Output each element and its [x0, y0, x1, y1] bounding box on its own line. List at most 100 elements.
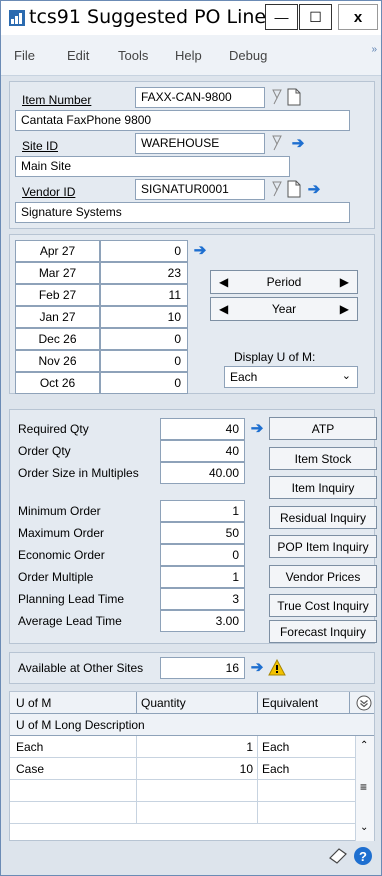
vendor-prices-button[interactable]: Vendor Prices — [269, 565, 377, 588]
lookup-icon[interactable] — [270, 180, 284, 198]
uofm-table-header: U of M Quantity Equivalent — [10, 692, 374, 714]
history-expand-arrow-icon[interactable]: ➔ — [192, 243, 208, 259]
menu-help[interactable]: Help — [175, 48, 202, 63]
maximize-button[interactable]: ☐ — [299, 4, 332, 30]
display-uofm-value: Each — [230, 370, 258, 384]
column-quantity-header[interactable]: Quantity — [137, 692, 258, 714]
residual-inquiry-button[interactable]: Residual Inquiry — [269, 506, 377, 529]
history-qty-cell[interactable]: 10 — [100, 306, 188, 328]
history-period-cell: Oct 26 — [15, 372, 100, 394]
vendor-expand-arrow-icon[interactable]: ➔ — [306, 182, 322, 198]
planning-lead-field[interactable]: 3 — [160, 588, 245, 610]
order-multiple-field[interactable]: 1 — [160, 566, 245, 588]
quantity-cell[interactable] — [137, 802, 258, 824]
uofm-cell[interactable] — [12, 802, 137, 824]
note-icon[interactable] — [286, 180, 302, 198]
vendor-id-label[interactable]: Vendor ID — [22, 185, 75, 199]
uofm-cell[interactable]: Each — [12, 736, 137, 758]
equivalent-cell[interactable]: Each — [258, 758, 355, 780]
minimize-button[interactable]: — — [265, 4, 298, 30]
maximum-order-field[interactable]: 50 — [160, 522, 245, 544]
previous-year-icon[interactable]: ◀ — [219, 302, 228, 316]
history-period-cell: Dec 26 — [15, 328, 100, 350]
pop-item-inquiry-button[interactable]: POP Item Inquiry — [269, 535, 377, 558]
equivalent-cell[interactable] — [258, 780, 355, 802]
menu-file[interactable]: File — [14, 48, 35, 63]
previous-period-icon[interactable]: ◀ — [219, 275, 228, 289]
minimum-order-label: Minimum Order — [18, 504, 101, 518]
quantity-cell[interactable] — [137, 780, 258, 802]
clear-note-icon[interactable] — [327, 846, 349, 866]
menu-bar: File Edit Tools Help Debug » — [1, 35, 381, 76]
column-equivalent-header[interactable]: Equivalent — [258, 692, 350, 714]
lookup-icon[interactable] — [270, 88, 284, 106]
uofm-table: U of M Quantity Equivalent U of M Long D… — [9, 691, 375, 841]
table-row[interactable] — [10, 780, 355, 802]
atp-button[interactable]: ATP — [269, 417, 377, 440]
expand-rows-icon[interactable] — [356, 695, 372, 711]
site-id-field[interactable]: WAREHOUSE — [135, 133, 265, 154]
history-qty-cell[interactable]: 0 — [100, 350, 188, 372]
required-qty-field[interactable]: 40 — [160, 418, 245, 440]
available-arrow-icon[interactable]: ➔ — [249, 660, 265, 676]
minimum-order-field[interactable]: 1 — [160, 500, 245, 522]
uofm-scrollbar[interactable]: ⌃ ≡ ⌄ — [355, 736, 374, 841]
site-id-label[interactable]: Site ID — [22, 139, 58, 153]
history-period-cell: Apr 27 — [15, 240, 100, 262]
history-period-cell: Feb 27 — [15, 284, 100, 306]
item-stock-button[interactable]: Item Stock — [269, 447, 377, 470]
history-period-cell: Jan 27 — [15, 306, 100, 328]
table-row[interactable]: Each 1 Each — [10, 736, 355, 758]
scroll-down-icon[interactable]: ⌄ — [360, 822, 368, 833]
help-icon[interactable]: ? — [353, 846, 373, 866]
chevron-down-icon: ⌄ — [341, 370, 351, 382]
equivalent-cell[interactable]: Each — [258, 736, 355, 758]
vendor-id-field[interactable]: SIGNATUR0001 — [135, 179, 265, 200]
next-year-icon[interactable]: ▶ — [340, 302, 349, 316]
order-size-field[interactable]: 40.00 — [160, 462, 245, 484]
required-qty-arrow-icon[interactable]: ➔ — [249, 421, 265, 437]
item-description-field: Cantata FaxPhone 9800 — [15, 110, 350, 131]
item-number-label[interactable]: Item Number — [22, 93, 91, 107]
average-lead-field[interactable]: 3.00 — [160, 610, 245, 632]
menu-edit[interactable]: Edit — [67, 48, 89, 63]
history-qty-cell[interactable]: 11 — [100, 284, 188, 306]
item-number-field[interactable]: FAXX-CAN-9800 — [135, 87, 265, 108]
site-expand-arrow-icon[interactable]: ➔ — [290, 136, 306, 152]
uofm-long-desc-header: U of M Long Description — [10, 714, 374, 736]
close-button[interactable]: x — [338, 4, 378, 30]
required-qty-label: Required Qty — [18, 422, 89, 436]
menu-debug[interactable]: Debug — [229, 48, 267, 63]
scroll-up-icon[interactable]: ⌃ — [360, 740, 368, 751]
menu-tools[interactable]: Tools — [118, 48, 148, 63]
available-field[interactable]: 16 — [160, 657, 245, 679]
uofm-cell[interactable]: Case — [12, 758, 137, 780]
economic-order-label: Economic Order — [18, 548, 105, 562]
table-row[interactable] — [10, 802, 355, 824]
lookup-icon[interactable] — [270, 134, 284, 152]
forecast-inquiry-button[interactable]: Forecast Inquiry — [269, 620, 377, 643]
warning-icon[interactable] — [268, 659, 286, 676]
column-uofm-header[interactable]: U of M — [12, 692, 137, 714]
order-qty-field[interactable]: 40 — [160, 440, 245, 462]
item-inquiry-button[interactable]: Item Inquiry — [269, 476, 377, 499]
next-period-icon[interactable]: ▶ — [340, 275, 349, 289]
equivalent-cell[interactable] — [258, 802, 355, 824]
true-cost-inquiry-button[interactable]: True Cost Inquiry — [269, 594, 377, 617]
history-qty-cell[interactable]: 0 — [100, 328, 188, 350]
history-period-cell: Mar 27 — [15, 262, 100, 284]
history-period-cell: Nov 26 — [15, 350, 100, 372]
long-description-header[interactable]: U of M Long Description — [12, 714, 312, 736]
uofm-cell[interactable] — [12, 780, 137, 802]
history-qty-cell[interactable]: 23 — [100, 262, 188, 284]
scroll-thumb-icon[interactable]: ≡ — [360, 780, 367, 794]
quantity-cell[interactable]: 1 — [137, 736, 258, 758]
note-icon[interactable] — [286, 88, 302, 106]
menu-overflow-icon[interactable]: » — [371, 44, 377, 55]
history-qty-cell[interactable]: 0 — [100, 372, 188, 394]
table-row[interactable]: Case 10 Each — [10, 758, 355, 780]
economic-order-field[interactable]: 0 — [160, 544, 245, 566]
history-qty-cell[interactable]: 0 — [100, 240, 188, 262]
display-uofm-select[interactable]: Each ⌄ — [224, 366, 358, 388]
quantity-cell[interactable]: 10 — [137, 758, 258, 780]
